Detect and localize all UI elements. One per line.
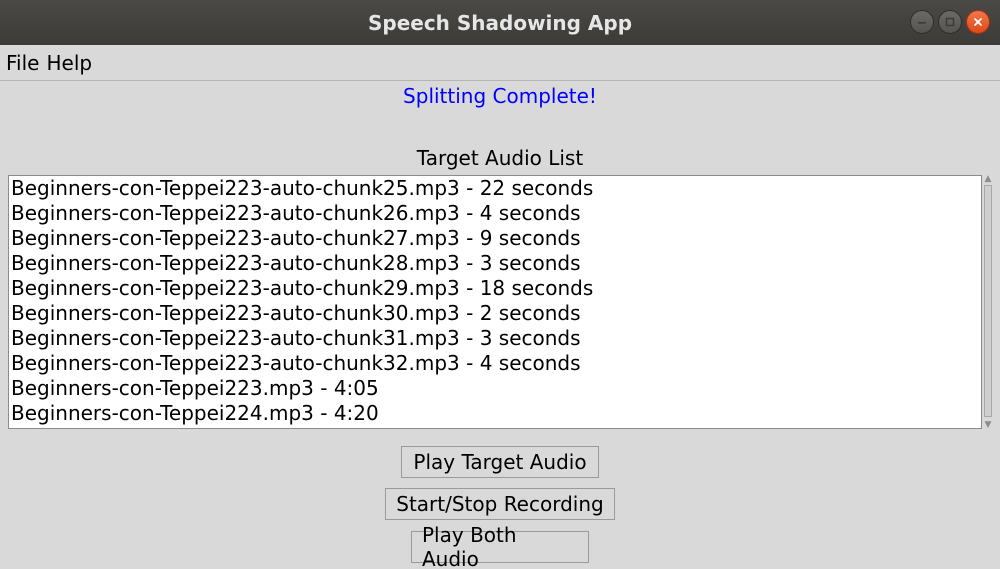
scrollbar-thumb[interactable] (984, 185, 992, 417)
list-item[interactable]: Beginners-con-Teppei223-auto-chunk29.mp3… (9, 276, 981, 301)
play-target-audio-button[interactable]: Play Target Audio (401, 446, 599, 478)
window-title: Speech Shadowing App (367, 10, 633, 35)
window-controls (910, 10, 990, 34)
list-item[interactable]: Beginners-con-Teppei223-auto-chunk32.mp3… (9, 351, 981, 376)
list-item[interactable]: Beginners-con-Teppei223-auto-chunk30.mp3… (9, 301, 981, 326)
list-item[interactable]: Beginners-con-Teppei223-auto-chunk31.mp3… (9, 326, 981, 351)
play-both-audio-button[interactable]: Play Both Audio (411, 523, 589, 569)
menu-help[interactable]: Help (46, 51, 97, 75)
menu-bar: File Help (0, 45, 1000, 81)
target-audio-listbox[interactable]: Beginners-con-Teppei223-auto-chunk25.mp3… (8, 175, 982, 429)
listbox-scrollbar[interactable]: ▲ ▼ (983, 175, 993, 430)
list-item[interactable]: Beginners-con-Teppei223-auto-chunk28.mp3… (9, 251, 981, 276)
app-window: Speech Shadowing App File Help Splitting… (0, 0, 1000, 569)
scroll-up-arrow-icon[interactable]: ▲ (984, 175, 992, 184)
minimize-icon[interactable] (910, 10, 934, 34)
list-item[interactable]: Beginners-con-Teppei223-auto-chunk27.mp3… (9, 226, 981, 251)
list-item[interactable]: Beginners-con-Teppei223-auto-chunk25.mp3… (9, 176, 981, 201)
list-item[interactable]: Beginners-con-Teppei223-auto-chunk26.mp3… (9, 201, 981, 226)
maximize-icon[interactable] (938, 10, 962, 34)
target-audio-list-label: Target Audio List (416, 146, 584, 170)
close-icon[interactable] (966, 10, 990, 34)
title-bar[interactable]: Speech Shadowing App (0, 0, 1000, 45)
list-item[interactable]: Beginners-con-Teppei223.mp3 - 4:05 (9, 376, 981, 401)
status-message: Splitting Complete! (403, 84, 597, 108)
menu-file[interactable]: File (6, 51, 44, 75)
start-stop-recording-button[interactable]: Start/Stop Recording (385, 488, 615, 520)
scroll-down-arrow-icon[interactable]: ▼ (984, 421, 992, 430)
list-item[interactable]: Beginners-con-Teppei224.mp3 - 4:20 (9, 401, 981, 426)
